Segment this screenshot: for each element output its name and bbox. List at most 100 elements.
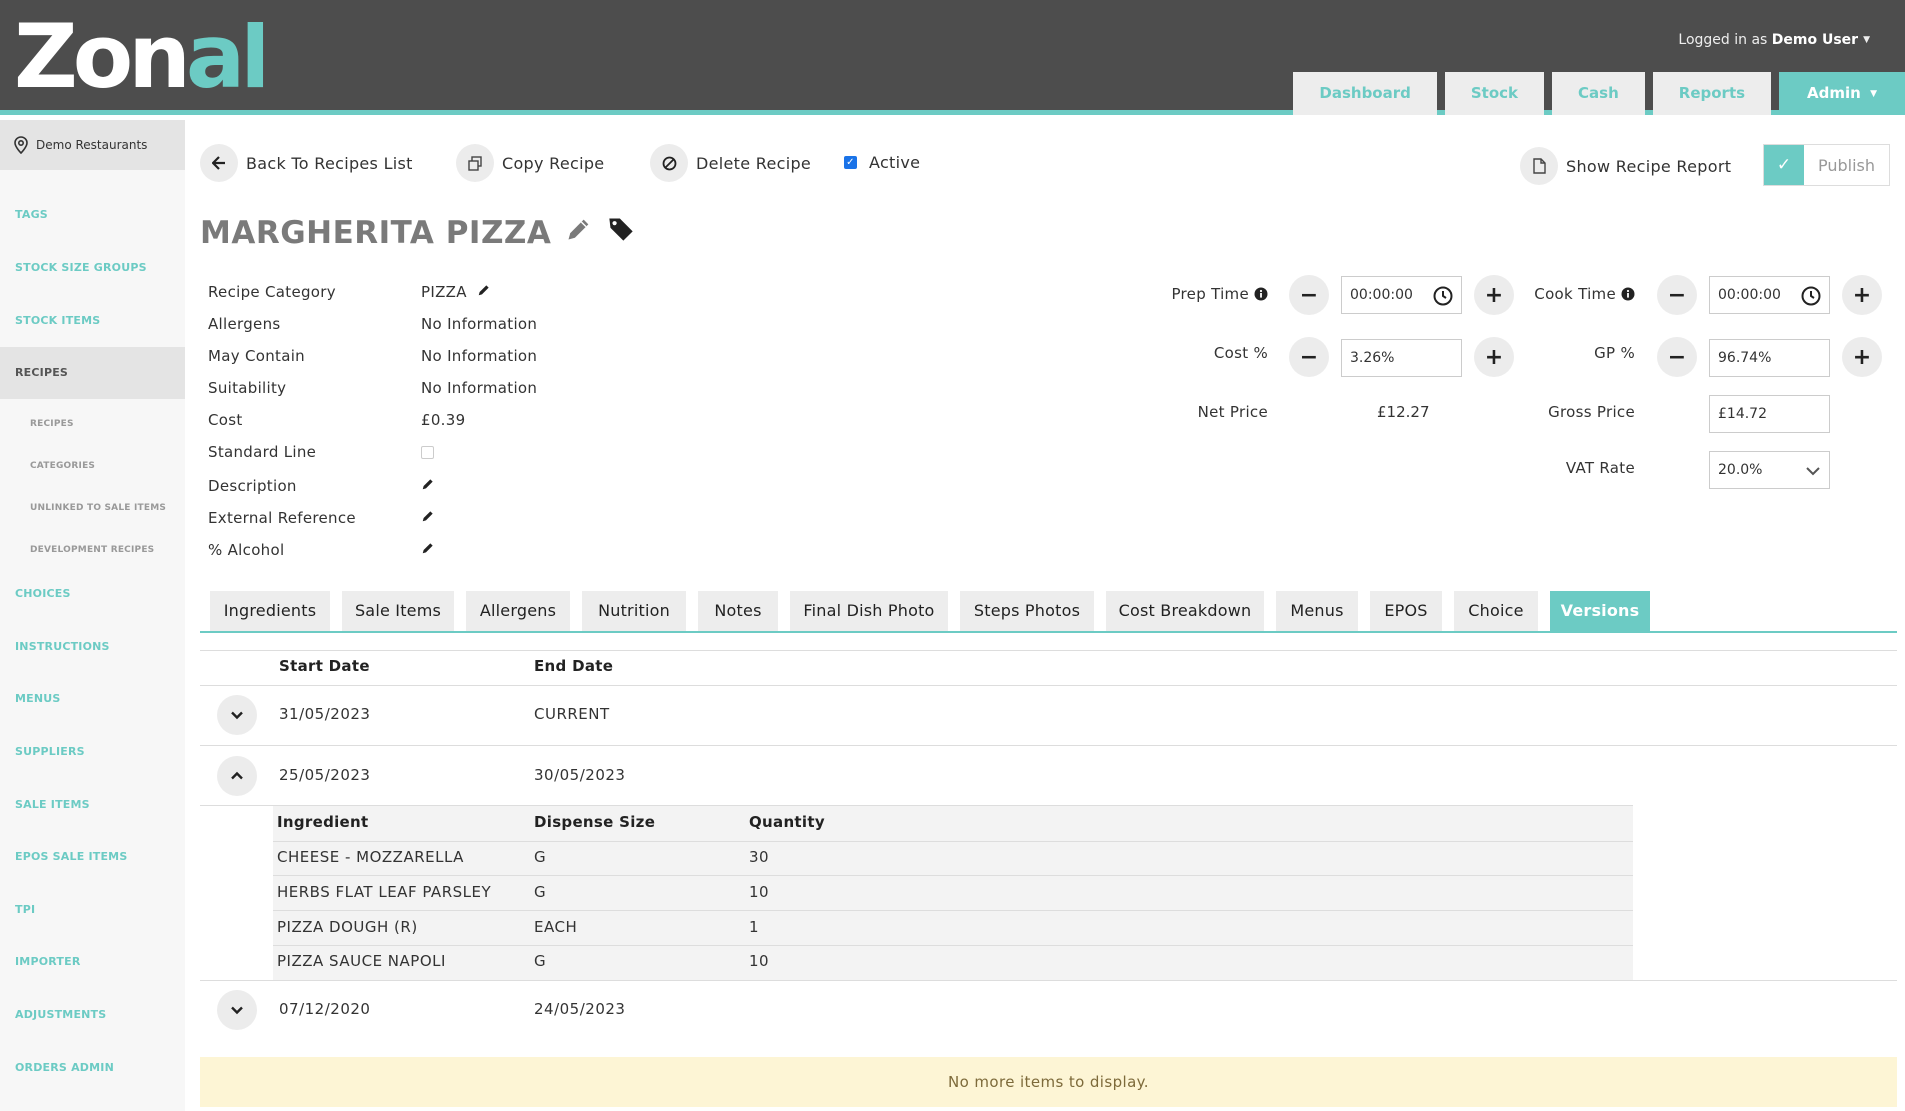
page-title: MARGHERITA PIZZA <box>200 215 635 251</box>
sidebar-item-epos-sale-items[interactable]: EPOS SALE ITEMS <box>15 850 127 863</box>
sidebar-subitem-development[interactable]: DEVELOPMENT RECIPES <box>30 545 154 555</box>
sidebar-item-importer[interactable]: IMPORTER <box>15 955 81 968</box>
back-button[interactable]: Back To Recipes List <box>200 144 413 182</box>
prep-time-input[interactable]: 00:00:00 <box>1341 276 1462 314</box>
prep-time-minus-button[interactable]: − <box>1289 275 1329 315</box>
prep-time-value: 00:00:00 <box>1350 287 1413 303</box>
tab-versions[interactable]: Versions <box>1550 591 1650 631</box>
cook-time-plus-button[interactable]: + <box>1842 275 1882 315</box>
dispense-size: G <box>534 848 547 866</box>
tab-notes[interactable]: Notes <box>698 591 778 631</box>
chevron-down-icon <box>1806 467 1820 476</box>
edit-description[interactable] <box>421 477 435 491</box>
tab-cost-breakdown[interactable]: Cost Breakdown <box>1106 591 1264 631</box>
sidebar-item-adjustments[interactable]: ADJUSTMENTS <box>15 1008 106 1021</box>
copy-recipe-button[interactable]: Copy Recipe <box>456 144 604 182</box>
sidebar-item-tpi[interactable]: TPI <box>15 903 35 916</box>
sidebar-item-stock-items[interactable]: STOCK ITEMS <box>15 314 100 327</box>
pencil-icon[interactable] <box>565 215 593 251</box>
sidebar-item-stock-size-groups[interactable]: STOCK SIZE GROUPS <box>15 261 147 274</box>
cook-time-input[interactable]: 00:00:00 <box>1709 276 1830 314</box>
expand-row-button[interactable] <box>217 695 257 735</box>
ingredient-name: CHEESE - MOZZARELLA <box>277 848 464 866</box>
edit-alcohol[interactable] <box>421 541 435 555</box>
label-suitability: Suitability <box>208 379 287 397</box>
dispense-size: EACH <box>534 918 578 936</box>
category-text: PIZZA <box>421 283 467 301</box>
delete-recipe-button[interactable]: Delete Recipe <box>650 144 811 182</box>
dispense-size: G <box>534 883 547 901</box>
tag-icon[interactable] <box>607 215 635 251</box>
zonal-logo[interactable]: Zonal <box>14 22 265 94</box>
copy-label: Copy Recipe <box>502 153 605 173</box>
nav-admin[interactable]: Admin ▼ <box>1779 72 1905 115</box>
quantity: 30 <box>749 848 770 866</box>
sidebar-item-instructions[interactable]: INSTRUCTIONS <box>15 640 110 653</box>
no-more-items-notice: No more items to display. <box>200 1057 1897 1107</box>
version-end: 30/05/2023 <box>534 766 626 784</box>
sidebar-subitem-categories[interactable]: CATEGORIES <box>30 461 95 471</box>
nav-stock[interactable]: Stock <box>1444 72 1545 115</box>
tab-ingredients[interactable]: Ingredients <box>210 591 330 631</box>
sidebar-item-suppliers[interactable]: SUPPLIERS <box>15 745 85 758</box>
expand-row-button[interactable] <box>217 990 257 1030</box>
active-checkbox[interactable]: ✓ Active <box>844 153 920 172</box>
site-selector[interactable]: Demo Restaurants <box>0 120 185 170</box>
user-menu[interactable]: Logged in as Demo User ▼ <box>1678 32 1870 48</box>
net-price-label: Net Price <box>1197 403 1268 421</box>
publish-button[interactable]: ✓ Publish <box>1763 144 1890 186</box>
nav-dashboard[interactable]: Dashboard <box>1293 72 1437 115</box>
sidebar-item-recipes[interactable]: RECIPES <box>0 347 185 399</box>
tab-menus[interactable]: Menus <box>1276 591 1358 631</box>
ingredient-name: PIZZA DOUGH (R) <box>277 918 418 936</box>
clock-icon <box>1801 286 1821 306</box>
sidebar-subitem-recipes[interactable]: RECIPES <box>30 419 74 429</box>
sidebar-item-tags[interactable]: TAGS <box>15 208 48 221</box>
gp-pct-input[interactable]: 96.74% <box>1709 339 1830 377</box>
info-icon[interactable] <box>1254 287 1268 301</box>
cost-pct-input[interactable]: 3.26% <box>1341 339 1462 377</box>
gross-price-input[interactable]: £14.72 <box>1709 395 1830 433</box>
table-row <box>273 910 1633 944</box>
gp-pct-label: GP % <box>1594 344 1635 362</box>
sidebar-item-sale-items[interactable]: SALE ITEMS <box>15 798 90 811</box>
sidebar-item-orders-admin[interactable]: ORDERS ADMIN <box>15 1061 114 1074</box>
delete-label: Delete Recipe <box>696 153 812 173</box>
logged-in-prefix: Logged in as <box>1678 32 1768 48</box>
cost-pct-minus-button[interactable]: − <box>1289 337 1329 377</box>
sidebar-subitem-unlinked[interactable]: UNLINKED TO SALE ITEMS <box>30 503 166 513</box>
gp-pct-plus-button[interactable]: + <box>1842 337 1882 377</box>
nav-cash[interactable]: Cash <box>1552 72 1645 115</box>
sidebar-item-menus[interactable]: MENUS <box>15 692 61 705</box>
tab-sale-items[interactable]: Sale Items <box>342 591 454 631</box>
nav-reports[interactable]: Reports <box>1652 72 1772 115</box>
tab-steps-photos[interactable]: Steps Photos <box>960 591 1094 631</box>
gp-pct-minus-button[interactable]: − <box>1657 337 1697 377</box>
edit-external-reference[interactable] <box>421 509 435 523</box>
col-quantity: Quantity <box>749 813 825 831</box>
pencil-icon[interactable] <box>477 283 491 301</box>
user-name: Demo User <box>1771 32 1859 48</box>
cook-time-minus-button[interactable]: − <box>1657 275 1697 315</box>
tab-final-dish-photo[interactable]: Final Dish Photo <box>790 591 948 631</box>
tab-epos[interactable]: EPOS <box>1370 591 1442 631</box>
tab-nutrition[interactable]: Nutrition <box>582 591 686 631</box>
sidebar-item-choices[interactable]: CHOICES <box>15 587 71 600</box>
vat-rate-select[interactable]: 20.0% <box>1709 451 1830 489</box>
collapse-row-button[interactable] <box>217 756 257 796</box>
cook-time-label: Cook Time <box>1490 285 1635 303</box>
standard-line-checkbox[interactable] <box>421 446 434 459</box>
tab-choice[interactable]: Choice <box>1454 591 1538 631</box>
info-icon[interactable] <box>1621 287 1635 301</box>
label-alcohol: % Alcohol <box>208 541 285 559</box>
vat-rate-value: 20.0% <box>1718 462 1763 478</box>
chevron-up-icon <box>231 771 243 780</box>
dispense-size: G <box>534 952 547 970</box>
show-recipe-report-button[interactable]: Show Recipe Report <box>1520 147 1731 185</box>
table-row <box>273 841 1633 875</box>
tab-allergens[interactable]: Allergens <box>466 591 570 631</box>
col-dispense-size: Dispense Size <box>534 813 656 831</box>
quantity: 10 <box>749 883 770 901</box>
divider <box>200 745 1897 746</box>
chevron-down-icon <box>231 1006 243 1015</box>
